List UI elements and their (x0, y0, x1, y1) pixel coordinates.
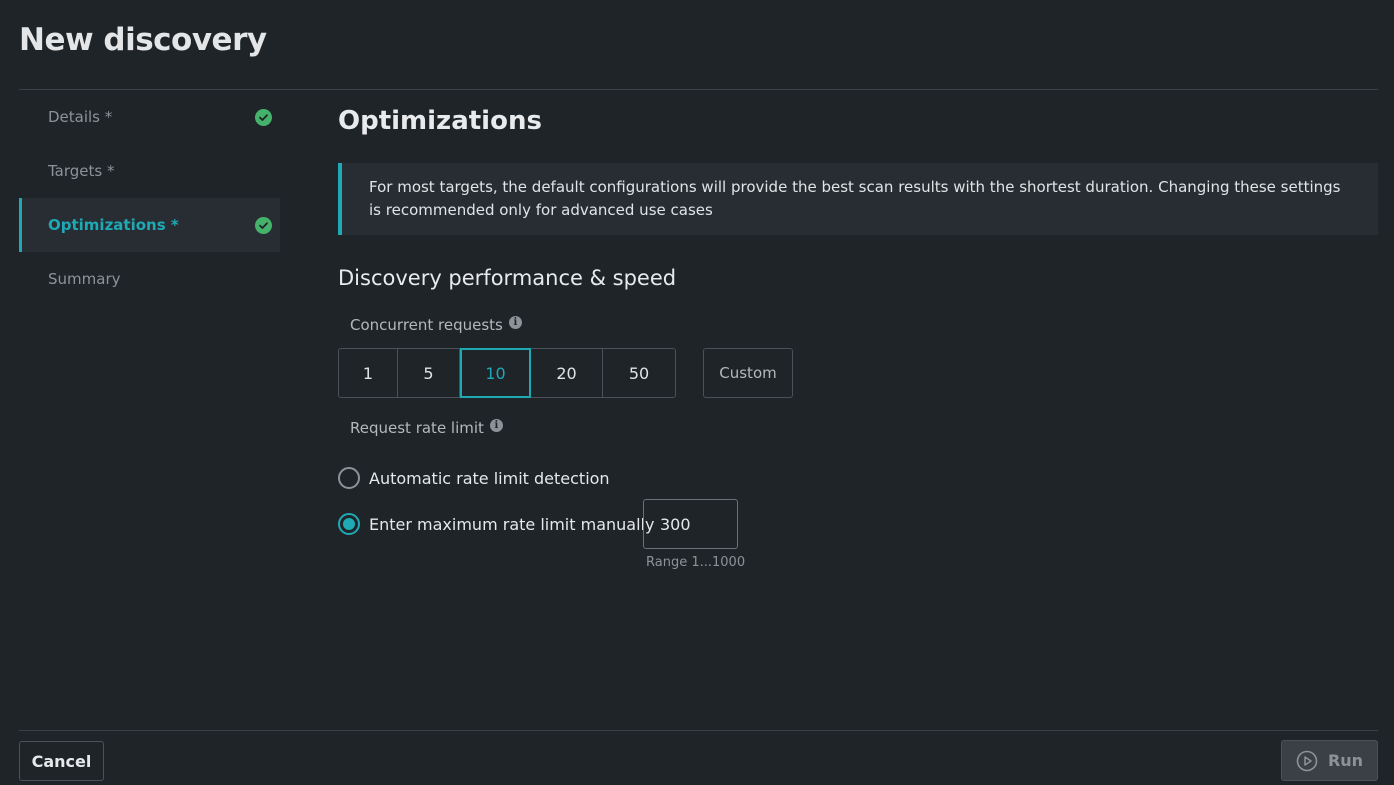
step-label: Optimizations * (48, 216, 179, 234)
info-banner: For most targets, the default configurat… (338, 163, 1378, 235)
wizard-steps: Details * Targets * Optimizations * Summ… (19, 90, 280, 306)
rate-limit-input[interactable] (643, 499, 738, 549)
step-optimizations[interactable]: Optimizations * (19, 198, 280, 252)
play-circle-icon (1296, 750, 1318, 772)
field-label-text: Request rate limit (350, 419, 484, 437)
info-icon[interactable]: i (489, 418, 503, 432)
concurrent-option-50[interactable]: 50 (603, 349, 675, 397)
step-targets[interactable]: Targets * (19, 144, 280, 198)
concurrent-option-20[interactable]: 20 (531, 349, 603, 397)
radio-button[interactable] (338, 467, 360, 489)
range-hint: Range 1...1000 (646, 555, 746, 570)
cancel-button[interactable]: Cancel (19, 741, 104, 781)
check-circle-icon (255, 109, 272, 126)
field-label-text: Concurrent requests (350, 316, 503, 334)
info-icon[interactable]: i (508, 315, 522, 329)
radio-manual-rate-limit[interactable]: Enter maximum rate limit manually (338, 513, 654, 535)
concurrent-option-10[interactable]: 10 (460, 348, 531, 398)
page-title: New discovery (19, 22, 267, 58)
run-label: Run (1327, 751, 1364, 770)
concurrent-option-1[interactable]: 1 (339, 349, 398, 397)
step-summary[interactable]: Summary (19, 252, 280, 306)
step-label: Summary (48, 270, 121, 288)
rate-limit-label: Request rate limit i (350, 418, 503, 437)
concurrent-option-5[interactable]: 5 (398, 349, 460, 397)
step-label: Targets * (48, 162, 115, 180)
section-title: Optimizations (338, 106, 542, 136)
radio-label: Enter maximum rate limit manually (369, 514, 655, 534)
radio-button[interactable] (338, 513, 360, 535)
radio-auto-rate-limit[interactable]: Automatic rate limit detection (338, 467, 610, 489)
footer-divider (19, 730, 1378, 731)
custom-concurrency-button[interactable]: Custom (703, 348, 793, 398)
check-circle-icon (255, 217, 272, 234)
radio-label: Automatic rate limit detection (369, 468, 610, 488)
step-details[interactable]: Details * (19, 90, 280, 144)
subsection-title: Discovery performance & speed (338, 266, 677, 290)
concurrent-requests-selector: 1 5 10 20 50 (338, 348, 676, 398)
concurrent-requests-label: Concurrent requests i (350, 315, 522, 334)
run-button[interactable]: Run (1281, 740, 1378, 781)
step-label: Details * (48, 108, 113, 126)
